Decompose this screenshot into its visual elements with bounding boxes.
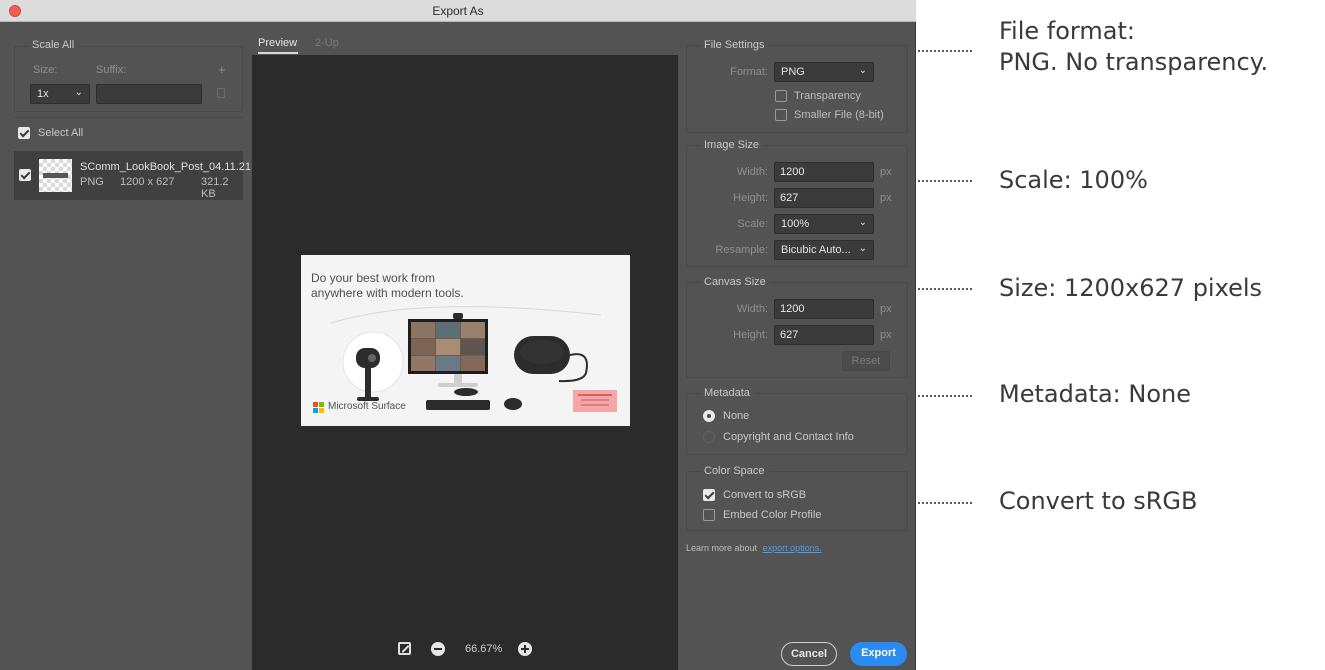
scale-select-value: 100% [781, 218, 810, 230]
learn-more-prefix: Learn more about [686, 543, 758, 553]
zoom-level: 66.67% [465, 643, 503, 655]
file-settings-title: File Settings [700, 39, 769, 51]
chevron-down-icon: ⌄ [858, 65, 867, 76]
suffix-input[interactable] [96, 84, 202, 104]
asset-name: SComm_LookBook_Post_04.11.21 [80, 161, 252, 173]
export-as-dialog: Export As Scale All Size: Suffix: + 1x ⌄… [0, 0, 916, 670]
active-tab-indicator [258, 52, 298, 54]
embed-profile-checkbox[interactable] [703, 509, 715, 521]
smaller-file-checkbox[interactable] [775, 109, 787, 121]
format-label: Format: [730, 66, 768, 78]
canvas-width-unit: px [880, 303, 892, 315]
canvas-height-label: Height: [733, 329, 768, 341]
metadata-none-label: None [723, 410, 750, 422]
asset-dimensions: 1200 x 627 [120, 176, 175, 188]
image-width-label: Width: [736, 166, 768, 178]
chevron-down-icon: ⌄ [858, 243, 867, 254]
annotation-convert-srgb: Convert to sRGB [999, 487, 1198, 515]
transparency-label: Transparency [794, 90, 861, 102]
ad-brand: Microsoft Surface [328, 401, 406, 412]
asset-thumbnail [39, 159, 72, 192]
size-select-value: 1x [37, 88, 49, 100]
export-as-figure: Export As Scale All Size: Suffix: + 1x ⌄… [0, 0, 1325, 670]
annotation-metadata: Metadata: None [999, 380, 1191, 408]
resample-select-value: Bicubic Auto... [781, 244, 851, 256]
scale-select[interactable]: 100% ⌄ [774, 214, 874, 234]
embed-profile-label: Embed Color Profile [723, 509, 822, 521]
export-options-link[interactable]: export options. [763, 543, 822, 553]
chevron-down-icon: ⌄ [74, 87, 83, 98]
preview-image: Do your best work from anywhere with mod… [301, 255, 630, 426]
convert-srgb-label: Convert to sRGB [723, 489, 807, 501]
annotation-leader-line [918, 288, 972, 290]
canvas-size-title: Canvas Size [700, 276, 770, 288]
plus-icon[interactable]: + [218, 62, 226, 77]
color-space-title: Color Space [700, 465, 769, 477]
annotation-scale: Scale: 100% [999, 166, 1148, 194]
canvas-height-unit: px [880, 329, 892, 341]
image-height-label: Height: [733, 192, 768, 204]
size-select[interactable]: 1x ⌄ [30, 84, 90, 104]
convert-srgb-checkbox[interactable] [703, 489, 715, 501]
window-title: Export As [432, 4, 484, 18]
title-bar: Export As [0, 0, 916, 22]
chevron-down-icon: ⌄ [858, 217, 867, 228]
asset-checkbox[interactable] [19, 169, 31, 181]
canvas-width-input[interactable]: 1200 [774, 299, 874, 319]
trash-icon[interactable] [217, 88, 225, 98]
resample-select[interactable]: Bicubic Auto... ⌄ [774, 240, 874, 260]
zoom-in-icon[interactable] [518, 642, 532, 656]
size-label: Size: [33, 64, 58, 76]
cancel-button[interactable]: Cancel [781, 642, 837, 666]
image-height-input[interactable]: 627 [774, 188, 874, 208]
annotation-leader-line [918, 395, 972, 397]
format-select-value: PNG [781, 66, 805, 78]
image-size-title: Image Size [700, 139, 764, 151]
asset-row[interactable]: SComm_LookBook_Post_04.11.21 PNG 1200 x … [14, 151, 251, 200]
resample-label: Resample: [715, 244, 768, 256]
annotation-file-format-line2: PNG. No transparency. [999, 48, 1269, 76]
microsoft-logo-icon [313, 402, 324, 413]
annotation-size: Size: 1200x627 pixels [999, 274, 1263, 302]
format-select[interactable]: PNG ⌄ [774, 62, 874, 82]
fit-screen-icon[interactable] [398, 642, 411, 655]
image-width-input[interactable]: 1200 [774, 162, 874, 182]
annotation-file-format: File format: PNG. No transparency. [999, 16, 1268, 78]
divider [14, 117, 243, 118]
select-all-checkbox[interactable] [18, 127, 30, 139]
export-button[interactable]: Export [850, 642, 907, 666]
annotation-file-format-line1: File format: [999, 17, 1135, 45]
learn-more-text: Learn more about export options. [686, 543, 822, 553]
annotation-leader-line [918, 50, 972, 52]
annotation-leader-line [918, 502, 972, 504]
image-width-unit: px [880, 166, 892, 178]
tab-2up[interactable]: 2-Up [315, 37, 339, 49]
scale-label: Scale: [737, 218, 768, 230]
reset-button[interactable]: Reset [842, 351, 890, 371]
annotation-leader-line [918, 180, 972, 182]
asset-format: PNG [80, 176, 104, 188]
asset-filesize: 321.2 KB [201, 176, 229, 200]
color-space-frame [686, 471, 908, 531]
smaller-file-label: Smaller File (8-bit) [794, 109, 884, 121]
metadata-title: Metadata [700, 387, 754, 399]
canvas-height-input[interactable]: 627 [774, 325, 874, 345]
scale-all-title: Scale All [28, 39, 79, 51]
zoom-out-icon[interactable] [431, 642, 445, 656]
transparency-checkbox[interactable] [775, 90, 787, 102]
image-height-unit: px [880, 192, 892, 204]
metadata-none-radio[interactable] [703, 410, 715, 422]
tab-preview[interactable]: Preview [258, 37, 297, 49]
suffix-label: Suffix: [96, 64, 127, 76]
select-all-label: Select All [38, 127, 84, 139]
metadata-copyright-radio[interactable] [703, 431, 715, 443]
canvas-width-label: Width: [736, 303, 768, 315]
metadata-frame [686, 393, 908, 455]
metadata-copyright-label: Copyright and Contact Info [723, 431, 854, 443]
